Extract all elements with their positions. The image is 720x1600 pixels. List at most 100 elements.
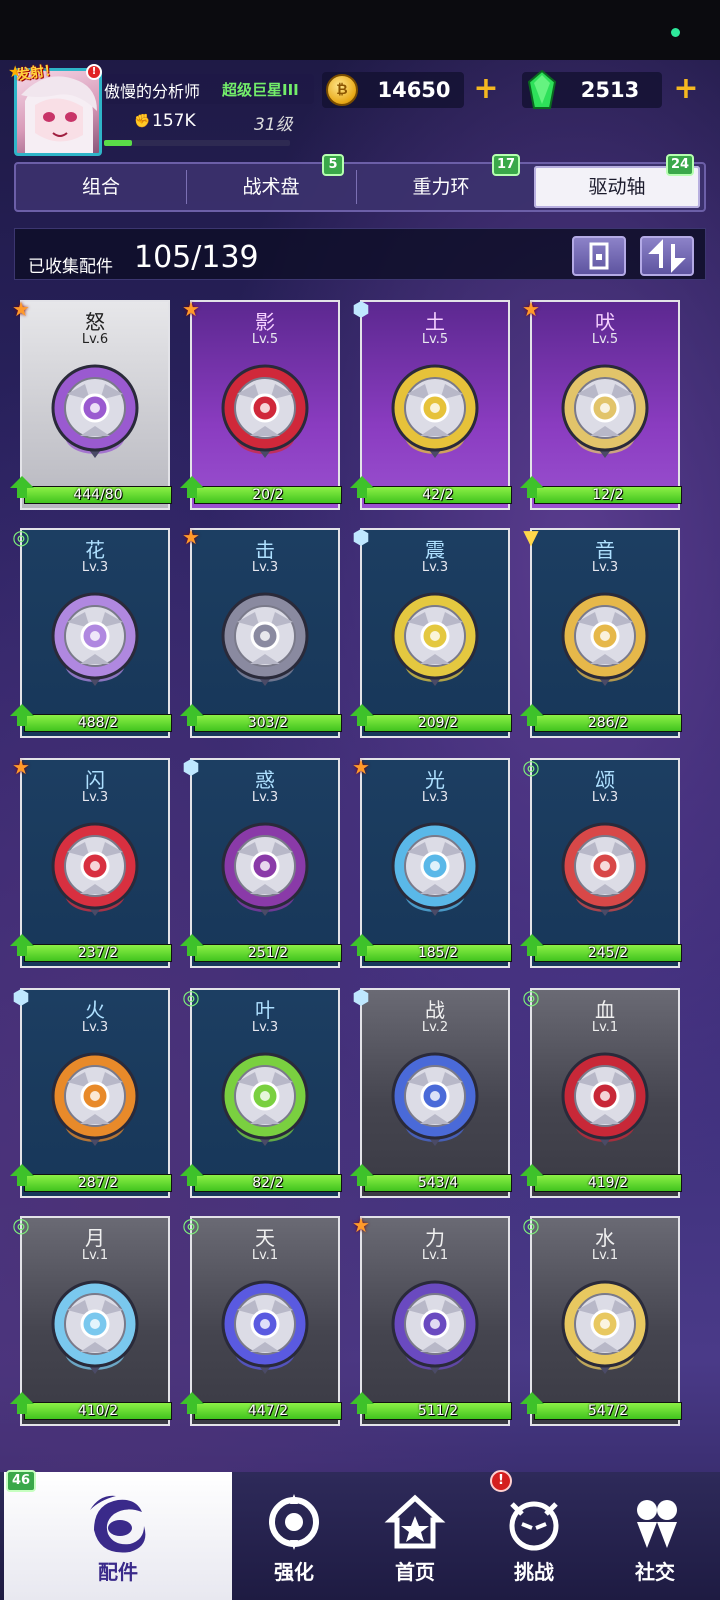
upgrade-arrow-icon[interactable] (180, 934, 204, 946)
part-level: Lv.1 (81, 1248, 109, 1263)
part-progress-bar: 287/2 (24, 1174, 172, 1192)
part-progress-text: 12/2 (592, 487, 624, 503)
tab-divider (186, 170, 187, 204)
sort-button[interactable] (640, 236, 694, 276)
part-card[interactable]: 颂 Lv.3 (530, 758, 680, 968)
part-card[interactable]: 怒 Lv.6 (20, 300, 170, 510)
part-level: Lv.3 (81, 560, 109, 575)
upgrade-arrow-icon[interactable] (520, 934, 544, 946)
stamina-type-icon: ◎ (174, 980, 208, 1014)
part-progress-text: 447/2 (247, 1403, 289, 1419)
part-progress-bar: 447/2 (194, 1402, 342, 1420)
nav-item-upgrade[interactable]: 强化 (234, 1472, 354, 1600)
stamina-type-icon: ◎ (514, 750, 548, 784)
upgrade-arrow-icon[interactable] (350, 476, 374, 488)
attack-type-icon: ★ (514, 292, 548, 326)
upgrade-arrow-icon[interactable] (350, 704, 374, 716)
collection-count: 105/139 (134, 240, 259, 275)
part-progress-text: 245/2 (587, 945, 629, 961)
upgrade-arrow-icon[interactable] (520, 1164, 544, 1176)
part-progress-text: 237/2 (77, 945, 119, 961)
upgrade-arrow-icon[interactable] (350, 1392, 374, 1404)
part-progress-text: 303/2 (247, 715, 289, 731)
beyblade-part-icon (391, 1280, 479, 1374)
camera-indicator-icon (671, 28, 680, 37)
beyblade-part-icon (391, 822, 479, 916)
part-progress-text: 42/2 (422, 487, 454, 503)
upgrade-arrow-icon[interactable] (10, 1164, 34, 1176)
part-card[interactable]: 震 Lv.3 (360, 528, 510, 738)
stamina-type-icon: ◎ (4, 520, 38, 554)
beyblade-part-icon (561, 592, 649, 686)
part-card[interactable]: 水 Lv.1 (530, 1216, 680, 1426)
part-progress-bar: 543/4 (364, 1174, 512, 1192)
attack-type-icon: ★ (174, 520, 208, 554)
upgrade-arrow-icon[interactable] (180, 476, 204, 488)
part-name: 花 (85, 538, 105, 562)
part-name: 血 (595, 998, 615, 1022)
part-card[interactable]: 光 Lv.3 (360, 758, 510, 968)
coin-icon: ₿ (326, 74, 358, 106)
tab-combo[interactable]: 组合 (18, 166, 184, 208)
beyblade-part-icon (51, 592, 139, 686)
upgrade-arrow-icon[interactable] (180, 704, 204, 716)
part-progress-text: 286/2 (587, 715, 629, 731)
sort-icon (648, 239, 686, 273)
upgrade-arrow-icon[interactable] (180, 1164, 204, 1176)
upgrade-arrow-icon[interactable] (10, 476, 34, 488)
part-card[interactable]: 力 Lv.1 (360, 1216, 510, 1426)
gem-icon (528, 70, 556, 109)
upgrade-arrow-icon[interactable] (520, 1392, 544, 1404)
part-card[interactable]: 战 Lv.2 (360, 988, 510, 1198)
part-level: Lv.1 (591, 1020, 619, 1035)
defense-type-icon: ⬢ (344, 520, 378, 554)
part-card[interactable]: 影 Lv.5 (190, 300, 340, 510)
beyblade-part-icon (561, 822, 649, 916)
nav-item-parts[interactable]: 配件 (4, 1472, 232, 1600)
upgrade-arrow-stem (187, 1404, 197, 1414)
upgrade-arrow-stem (17, 716, 27, 726)
part-name: 光 (425, 768, 445, 792)
upgrade-arrow-stem (17, 488, 27, 498)
beyblade-part-icon (221, 822, 309, 916)
part-level: Lv.3 (591, 790, 619, 805)
upgrade-arrow-icon[interactable] (10, 1392, 34, 1404)
part-progress-bar: 251/2 (194, 944, 342, 962)
part-name: 震 (425, 538, 445, 562)
beyblade-part-icon (51, 822, 139, 916)
part-card[interactable]: 月 Lv.1 (20, 1216, 170, 1426)
part-card[interactable]: 闪 Lv.3 (20, 758, 170, 968)
part-progress-text: 547/2 (587, 1403, 629, 1419)
upgrade-arrow-icon[interactable] (10, 704, 34, 716)
part-progress-bar: 185/2 (364, 944, 512, 962)
upgrade-arrow-stem (187, 488, 197, 498)
part-card[interactable]: 火 Lv.3 (20, 988, 170, 1198)
part-progress-bar: 410/2 (24, 1402, 172, 1420)
nav-item-social[interactable]: 社交 (594, 1472, 716, 1600)
part-level: Lv.3 (591, 560, 619, 575)
add-coins-button[interactable]: + (470, 74, 502, 106)
avatar-portrait-icon (21, 76, 97, 153)
nav-item-challenge[interactable]: 挑战 (474, 1472, 594, 1600)
upgrade-arrow-icon[interactable] (350, 1164, 374, 1176)
collection-label: 已收集配件 (28, 257, 113, 277)
beyblade-part-icon (221, 1052, 309, 1146)
upgrade-arrow-icon[interactable] (10, 934, 34, 946)
part-card[interactable]: 土 Lv.5 (360, 300, 510, 510)
part-card[interactable]: 吠 Lv.5 (530, 300, 680, 510)
upgrade-arrow-stem (357, 946, 367, 956)
part-card[interactable]: 击 Lv.3 (190, 528, 340, 738)
part-card[interactable]: 叶 Lv.3 (190, 988, 340, 1198)
part-card[interactable]: 花 Lv.3 (20, 528, 170, 738)
nav-item-home[interactable]: 首页 (356, 1472, 474, 1600)
upgrade-arrow-icon[interactable] (520, 476, 544, 488)
upgrade-arrow-icon[interactable] (350, 934, 374, 946)
add-gems-button[interactable]: + (670, 74, 702, 106)
upgrade-arrow-icon[interactable] (520, 704, 544, 716)
part-card[interactable]: 天 Lv.1 (190, 1216, 340, 1426)
part-card[interactable]: 音 Lv.3 (530, 528, 680, 738)
part-card[interactable]: 血 Lv.1 (530, 988, 680, 1198)
part-card[interactable]: 惑 Lv.3 (190, 758, 340, 968)
upgrade-arrow-icon[interactable] (180, 1392, 204, 1404)
filter-button[interactable] (572, 236, 626, 276)
